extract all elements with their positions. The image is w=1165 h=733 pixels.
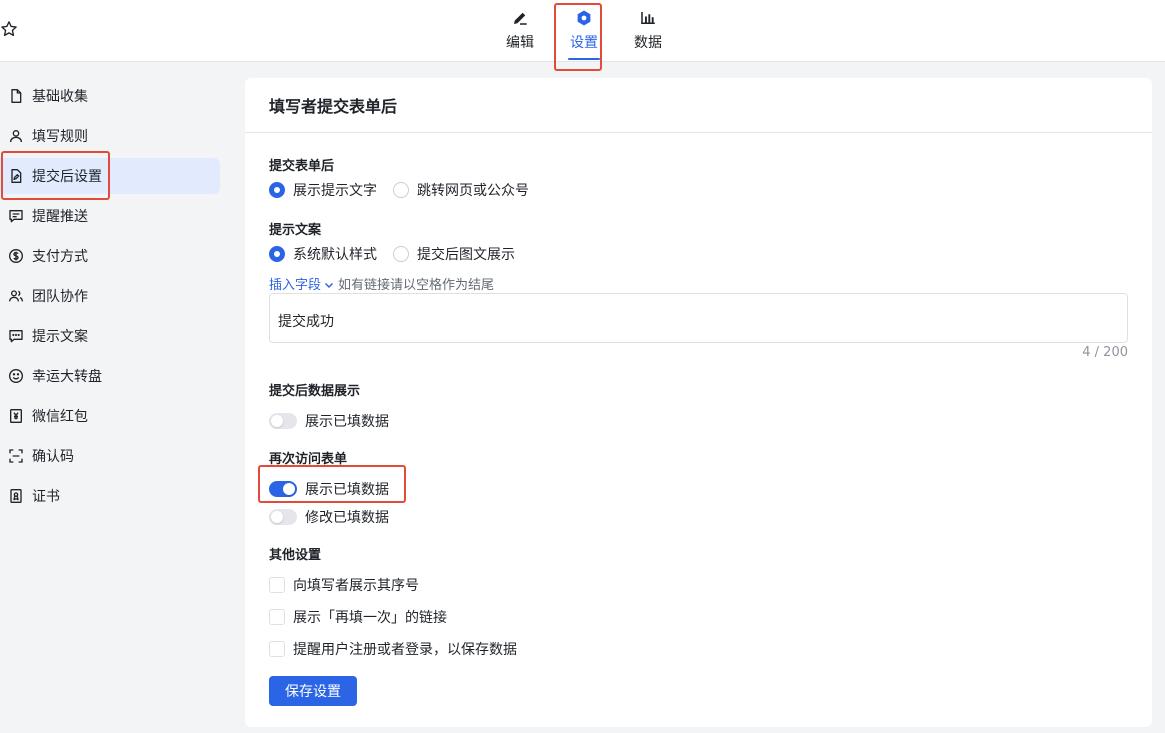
bar-chart-icon	[639, 9, 657, 27]
checkbox[interactable]	[269, 641, 285, 657]
checkbox-show-serial[interactable]: 向填写者展示其序号	[269, 575, 419, 595]
sidebar-item-after-submit[interactable]: 提交后设置	[0, 158, 220, 194]
smile-icon	[8, 368, 24, 384]
toggle-switch-on[interactable]	[269, 481, 297, 497]
yen-icon	[8, 408, 24, 424]
file-edit-icon	[8, 168, 24, 184]
toggle-switch[interactable]	[269, 509, 297, 525]
user-icon	[8, 128, 24, 144]
pen-icon	[511, 9, 529, 27]
radio-button[interactable]	[393, 246, 409, 262]
sidebar-item-label: 支付方式	[32, 249, 88, 265]
checkbox[interactable]	[269, 577, 285, 593]
card-title: 填写者提交表单后	[245, 78, 1152, 133]
switch-revisit-edit-data[interactable]: 修改已填数据	[269, 507, 389, 527]
sidebar-item-lucky-wheel[interactable]: 幸运大转盘	[0, 358, 220, 394]
tab-edit-label: 编辑	[506, 35, 534, 51]
sidebar-item-fill-rules[interactable]: 填写规则	[0, 118, 220, 154]
top-bar: 编辑 设置 数据	[0, 0, 1165, 62]
settings-card: 填写者提交表单后 提交表单后 展示提示文字 跳转网页或公众号 提示文案 系统默认…	[245, 78, 1152, 727]
radio-label: 提交后图文展示	[417, 247, 515, 263]
sidebar-item-red-packet[interactable]: 微信红包	[0, 398, 220, 434]
sidebar-item-confirm-code[interactable]: 确认码	[0, 438, 220, 474]
tab-settings-label: 设置	[570, 35, 598, 51]
radio-label: 跳转网页或公众号	[417, 183, 529, 199]
chat-dots-icon	[8, 328, 24, 344]
section-title-other: 其他设置	[269, 548, 322, 563]
scan-icon	[8, 448, 24, 464]
sidebar-item-label: 幸运大转盘	[32, 369, 102, 385]
sidebar-item-prompt-copy[interactable]: 提示文案	[0, 318, 220, 354]
sidebar-item-label: 确认码	[32, 449, 74, 465]
sidebar-item-team[interactable]: 团队协作	[0, 278, 220, 314]
hexagon-settings-icon	[575, 9, 593, 27]
char-counter: 4 / 200	[1082, 345, 1128, 360]
prompt-copy-radio-group: 系统默认样式 提交后图文展示	[269, 244, 531, 264]
radio-show-text[interactable]: 展示提示文字	[269, 180, 377, 200]
toggle-switch[interactable]	[269, 413, 297, 429]
prompt-text-input[interactable]: 提交成功	[269, 293, 1128, 343]
sidebar: 基础收集 填写规则 提交后设置 提醒推送 支付方式 团队协作 提示文案 幸运大转…	[0, 62, 230, 733]
sidebar-item-label: 提醒推送	[32, 209, 88, 225]
users-icon	[8, 288, 24, 304]
tab-settings[interactable]: 设置	[552, 0, 616, 62]
sidebar-item-certificate[interactable]: 证书	[0, 478, 220, 514]
insert-field-row: 插入字段 如有链接请以空格作为结尾	[269, 274, 494, 293]
checkbox[interactable]	[269, 609, 285, 625]
tab-edit[interactable]: 编辑	[488, 0, 552, 62]
checkbox-label: 向填写者展示其序号	[293, 578, 419, 594]
switch-revisit-show-data[interactable]: 展示已填数据	[269, 479, 389, 499]
radio-button[interactable]	[393, 182, 409, 198]
checkbox-remind-login[interactable]: 提醒用户注册或者登录，以保存数据	[269, 639, 517, 659]
switch-label: 展示已填数据	[305, 482, 389, 498]
radio-button-checked[interactable]	[269, 246, 285, 262]
sidebar-item-label: 微信红包	[32, 409, 88, 425]
sidebar-item-label: 填写规则	[32, 129, 88, 145]
section-title-data-display: 提交后数据展示	[269, 384, 361, 399]
hint-text: 如有链接请以空格作为结尾	[338, 278, 495, 293]
tab-data-label: 数据	[634, 35, 662, 51]
sidebar-item-payment[interactable]: 支付方式	[0, 238, 220, 274]
dollar-icon	[8, 248, 24, 264]
certificate-icon	[8, 488, 24, 504]
sidebar-item-reminder[interactable]: 提醒推送	[0, 198, 220, 234]
switch-label: 展示已填数据	[305, 414, 389, 430]
checkbox-label: 展示「再填一次」的链接	[293, 610, 447, 626]
tab-data[interactable]: 数据	[616, 0, 680, 62]
sidebar-item-label: 提交后设置	[32, 169, 102, 185]
chevron-down-icon	[324, 279, 334, 289]
radio-rich-display[interactable]: 提交后图文展示	[393, 244, 515, 264]
file-icon	[8, 88, 24, 104]
sidebar-item-label: 证书	[32, 489, 60, 505]
section-title-prompt-copy: 提示文案	[269, 223, 322, 238]
radio-label: 展示提示文字	[293, 183, 377, 199]
message-icon	[8, 208, 24, 224]
checkbox-fill-again-link[interactable]: 展示「再填一次」的链接	[269, 607, 447, 627]
sidebar-item-basic-collect[interactable]: 基础收集	[0, 78, 220, 114]
switch-show-data-after-submit[interactable]: 展示已填数据	[269, 411, 389, 431]
sidebar-item-label: 提示文案	[32, 329, 88, 345]
insert-field-dropdown[interactable]: 插入字段	[269, 274, 338, 293]
after-submit-radio-group: 展示提示文字 跳转网页或公众号	[269, 180, 545, 200]
radio-default-style[interactable]: 系统默认样式	[269, 244, 377, 264]
section-title-after-submit: 提交表单后	[269, 159, 335, 174]
save-settings-button[interactable]: 保存设置	[269, 676, 357, 706]
radio-label: 系统默认样式	[293, 247, 377, 263]
star-icon[interactable]	[0, 20, 18, 38]
insert-field-label: 插入字段	[269, 278, 322, 293]
radio-jump-page[interactable]: 跳转网页或公众号	[393, 180, 529, 200]
switch-label: 修改已填数据	[305, 510, 389, 526]
radio-button-checked[interactable]	[269, 182, 285, 198]
section-title-revisit: 再次访问表单	[269, 452, 348, 467]
top-tabs: 编辑 设置 数据	[488, 0, 680, 62]
sidebar-item-label: 基础收集	[32, 89, 88, 105]
sidebar-item-label: 团队协作	[32, 289, 88, 305]
checkbox-label: 提醒用户注册或者登录，以保存数据	[293, 642, 517, 658]
